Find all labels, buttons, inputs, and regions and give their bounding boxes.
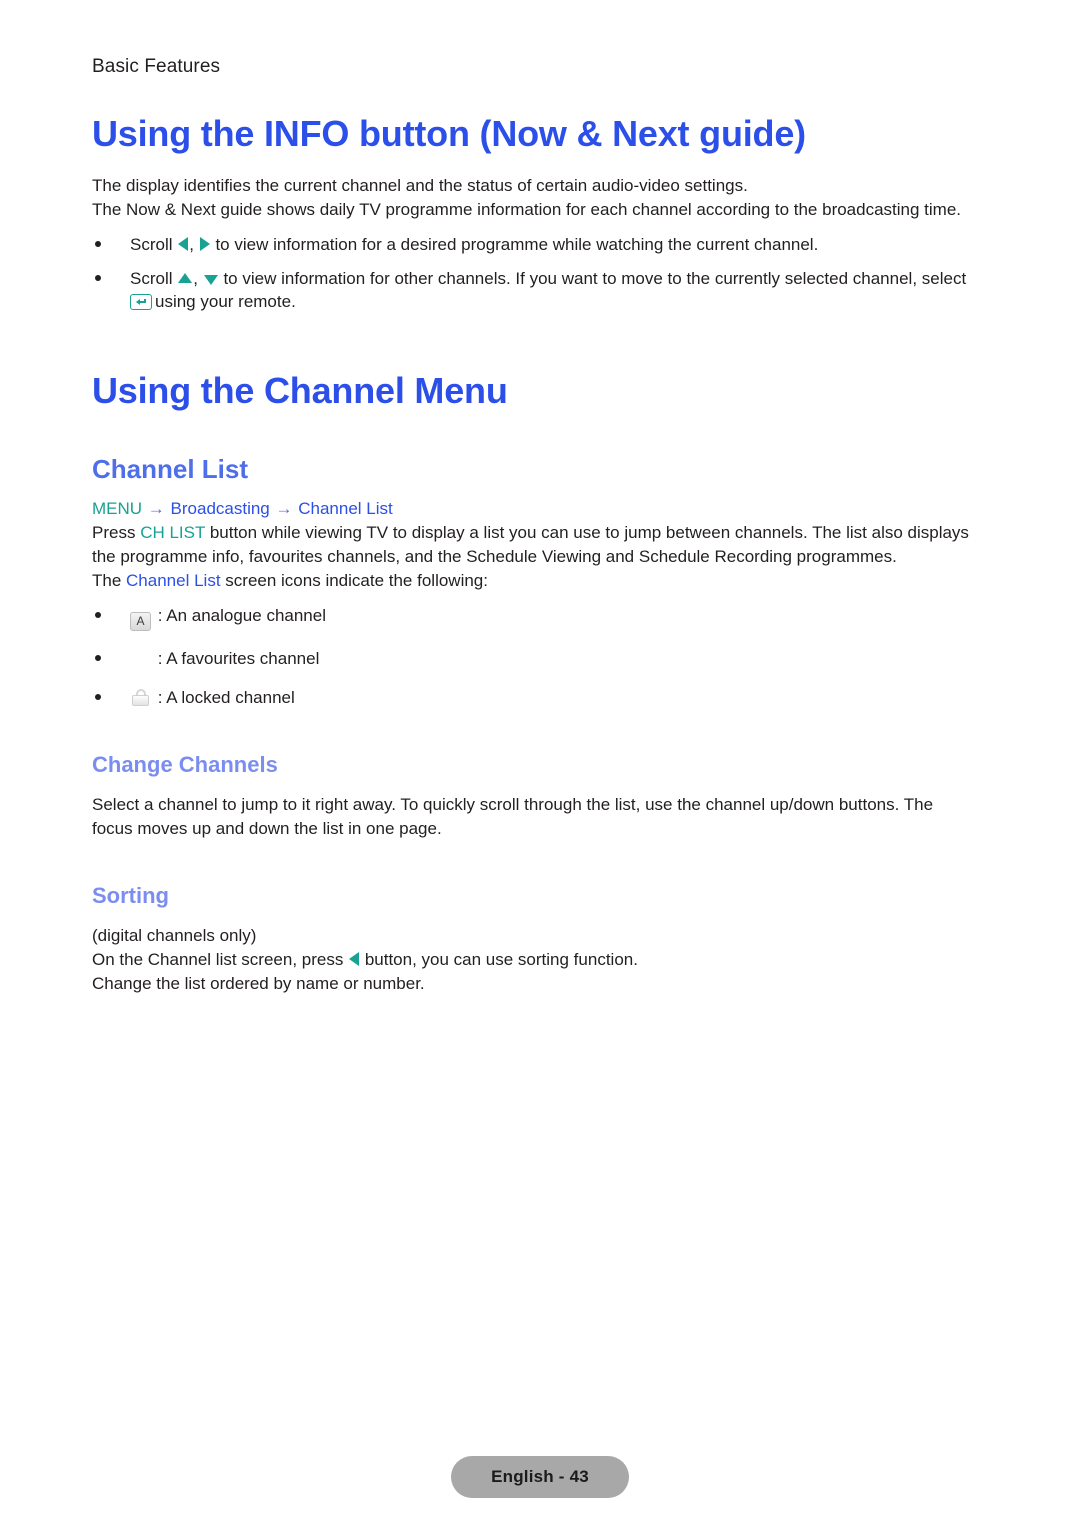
legend-label: : A favourites channel [157, 649, 320, 668]
info-paragraph-2: The Now & Next guide shows daily TV prog… [92, 200, 962, 219]
icons-intro-link: Channel List [126, 571, 221, 590]
icon-separator: , [189, 235, 194, 254]
running-header: Basic Features [92, 56, 221, 77]
sorting-line-prefix: On the Channel list screen, press [92, 950, 344, 969]
icons-intro-prefix: The [92, 571, 122, 590]
menu-path-arrow-1: → [147, 499, 165, 518]
sorting-note: (digital channels only) [92, 926, 257, 945]
list-item: Scroll , to view information for a desir… [92, 233, 988, 256]
menu-path-step-1: MENU [92, 499, 143, 518]
list-item: Scroll , to view information for other c… [92, 267, 988, 313]
channel-icon-legend-list: A : An analogue channel : A favourites c… [92, 604, 988, 709]
change-channels-paragraph-2: focus moves up and down the list in one … [92, 819, 442, 838]
bullet-dot [95, 275, 101, 281]
document-page: Basic Features Using the INFO button (No… [0, 0, 1080, 1534]
arrow-left-icon [349, 952, 360, 966]
ch-list-key-label: CH LIST [140, 523, 206, 542]
press-prefix: Press [92, 523, 136, 542]
arrow-down-icon [203, 275, 218, 285]
sorting-line-suffix: button, you can use sorting function. [364, 950, 638, 969]
menu-path-step-2: Broadcasting [170, 499, 270, 518]
bullet-prefix: Scroll [130, 269, 173, 288]
channel-list-paragraph-2: the programme info, favourites channels,… [92, 547, 897, 566]
bullet-dot [95, 655, 101, 661]
legend-label: : An analogue channel [157, 606, 326, 625]
menu-path-breadcrumb: MENU → Broadcasting → Channel List [92, 497, 988, 520]
heading-channel-list: Channel List [92, 454, 249, 484]
sorting-line-2: Change the list ordered by name or numbe… [92, 974, 425, 993]
press-rest: button while viewing TV to display a lis… [209, 523, 969, 542]
channel-list-paragraph-1: Press CH LIST button while viewing TV to… [92, 521, 988, 544]
list-item: : A favourites channel [92, 647, 988, 670]
analogue-channel-icon: A [130, 612, 151, 631]
arrow-right-icon [199, 237, 210, 251]
bullet-dot [95, 612, 101, 618]
bullet-text: to view information for a desired progra… [215, 235, 819, 254]
change-channels-paragraph-1: Select a channel to jump to it right awa… [92, 795, 934, 814]
sorting-line-1: On the Channel list screen, press button… [92, 948, 988, 971]
arrow-up-icon [178, 273, 193, 283]
page-footer: English - 43 [0, 1456, 1080, 1498]
list-item: : A locked channel [92, 686, 988, 709]
heading-sorting: Sorting [92, 883, 169, 908]
bullet-text: to view information for other channels. … [223, 269, 967, 288]
bullet-text-line2: using your remote. [155, 292, 296, 311]
menu-path-arrow-2: → [275, 499, 293, 518]
page-number-badge: English - 43 [451, 1456, 629, 1498]
list-item: A : An analogue channel [92, 604, 988, 631]
locked-channel-icon [130, 688, 151, 707]
page-title-channel-menu: Using the Channel Menu [92, 370, 508, 411]
page-content: Using the INFO button (Now & Next guide)… [92, 112, 988, 996]
bullet-dot [95, 241, 101, 247]
arrow-left-icon [178, 237, 189, 251]
bullet-dot [95, 694, 101, 700]
heading-change-channels: Change Channels [92, 752, 278, 777]
icon-separator: , [193, 269, 198, 288]
menu-path-step-3: Channel List [298, 499, 393, 518]
bullet-prefix: Scroll [130, 235, 173, 254]
info-bullet-list: Scroll , to view information for a desir… [92, 233, 988, 313]
legend-label: : A locked channel [157, 688, 295, 707]
info-paragraph-1: The display identifies the current chann… [92, 176, 748, 195]
enter-key-icon [130, 294, 152, 310]
icons-intro-suffix: screen icons indicate the following: [225, 571, 488, 590]
favourite-channel-icon [130, 649, 151, 668]
channel-list-icons-intro: The Channel List screen icons indicate t… [92, 569, 988, 592]
page-title-info-button: Using the INFO button (Now & Next guide) [92, 113, 806, 154]
